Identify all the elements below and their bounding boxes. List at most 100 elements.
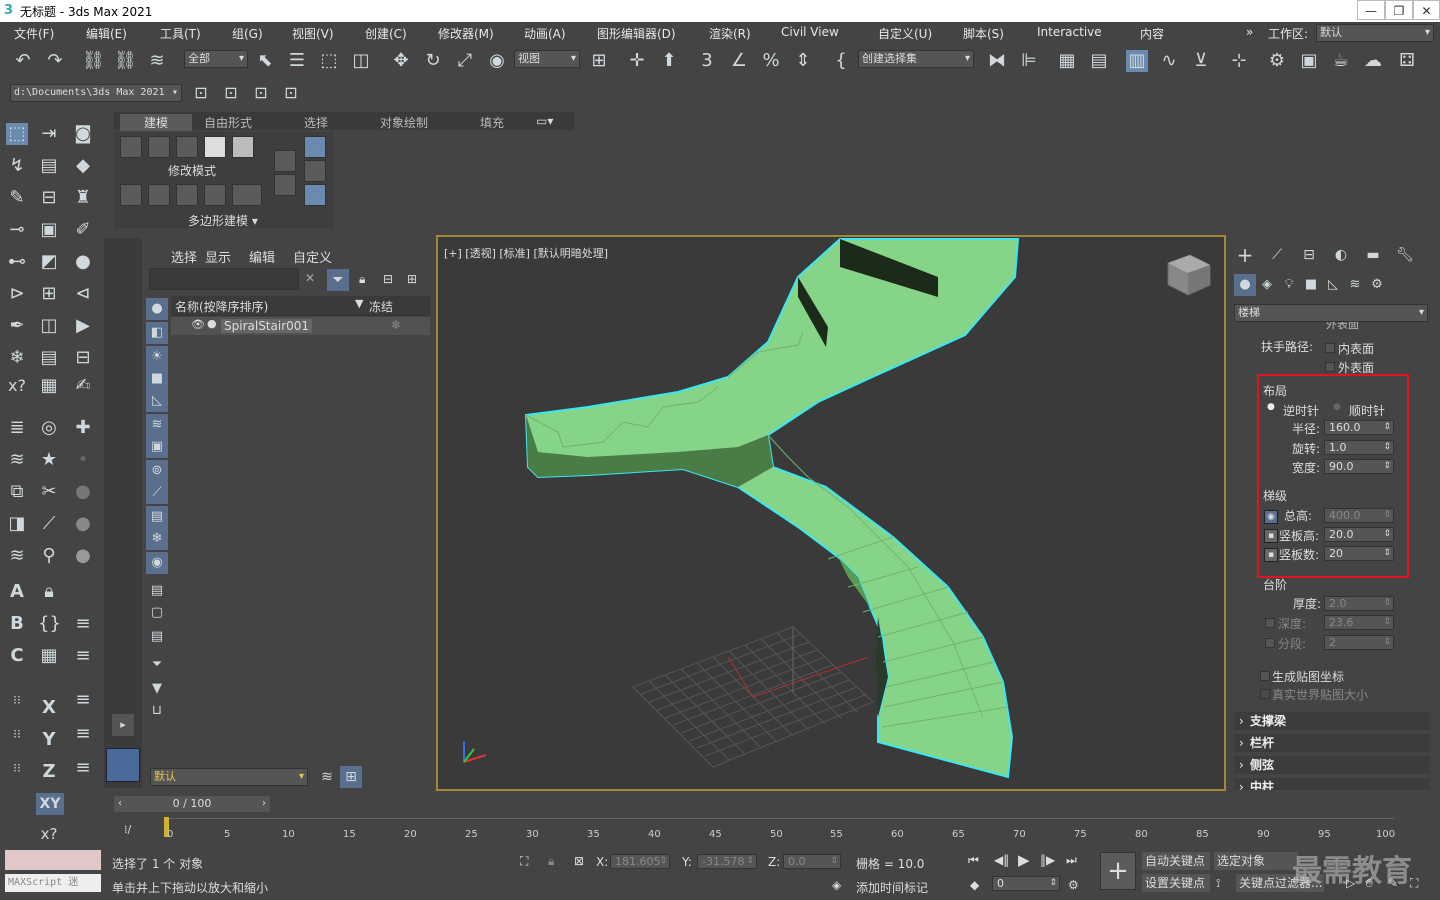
play-anim-icon[interactable]: ▶ xyxy=(1018,851,1030,869)
maximize-button[interactable]: ❐ xyxy=(1385,0,1413,20)
stack-icon[interactable]: ≋ xyxy=(6,449,28,471)
filter-geometry-icon[interactable]: ● xyxy=(146,298,168,320)
object-name[interactable]: SpiralStair001 xyxy=(221,319,313,333)
se-tab-edit[interactable]: 编辑 xyxy=(249,247,275,266)
filter-groups-icon[interactable]: ▣ xyxy=(146,436,168,458)
project-folder-dropdown[interactable]: d:\Documents\3ds Max 2021 xyxy=(10,84,182,102)
align-tool-icon[interactable]: ▤ xyxy=(38,347,60,369)
layer-stack-icon[interactable]: ≋ xyxy=(316,766,338,788)
key-selection-dropdown[interactable]: 选定对象 xyxy=(1214,852,1298,870)
se-tab-customize[interactable]: 自定义 xyxy=(293,247,332,266)
spacewarps-cat-icon[interactable]: ≋ xyxy=(1344,274,1366,296)
selection-box-icon[interactable]: ◨ xyxy=(6,513,28,535)
display-all-icon[interactable]: ▤ xyxy=(146,580,168,602)
project-refresh-icon[interactable]: ⊡ xyxy=(280,82,302,104)
filter-lights-icon[interactable]: ☀ xyxy=(146,346,168,368)
mirror-icon[interactable]: ⧓ xyxy=(986,50,1008,72)
se-tab-display[interactable]: 显示 xyxy=(205,247,231,266)
cameras-cat-icon[interactable]: ■ xyxy=(1300,274,1322,296)
rollout-center-pole[interactable]: 中柱 xyxy=(1234,778,1430,790)
keyboard-shortcut-icon[interactable]: ⬆ xyxy=(658,50,680,72)
filter-shapes-icon[interactable]: ◧ xyxy=(146,322,168,344)
depth-spinner[interactable]: 23.6 xyxy=(1324,615,1394,630)
hierarchy-tab-icon[interactable]: ⊟ xyxy=(1298,244,1320,266)
project-open-icon[interactable]: ⊡ xyxy=(220,82,242,104)
utilities-tab-icon[interactable]: 🔧︎ xyxy=(1394,244,1416,266)
stack6-icon[interactable]: ≡ xyxy=(72,723,94,745)
stack4-icon[interactable]: ≡ xyxy=(72,645,94,667)
menu-customize[interactable]: 自定义(U) xyxy=(878,25,932,42)
menu-interactive[interactable]: Interactive xyxy=(1037,25,1102,39)
next-frame-icon[interactable]: ‖▶ xyxy=(1040,853,1055,867)
layers-icon[interactable]: ⧉ xyxy=(6,481,28,503)
bend-icon[interactable]: ⊳ xyxy=(6,283,28,305)
se-col-freeze[interactable]: 冻结 xyxy=(369,298,393,315)
ribbon-options-icon[interactable]: ▭▾ xyxy=(536,114,553,128)
layer-explorer-icon[interactable]: ▤ xyxy=(1088,50,1110,72)
geometry-cat-icon[interactable]: ● xyxy=(1234,274,1256,296)
scale-icon[interactable]: ⤢ xyxy=(454,50,476,72)
render-production-icon[interactable]: ☕ xyxy=(1330,50,1352,72)
menu-graph-editors[interactable]: 图形编辑器(D) xyxy=(597,25,676,42)
named-selection-dropdown[interactable]: 创建选择集 xyxy=(858,50,974,68)
edit-mode3-icon[interactable] xyxy=(176,184,198,206)
cut-icon[interactable]: ◫ xyxy=(38,315,60,337)
more-chevron-icon[interactable]: » xyxy=(1246,25,1253,39)
stack5-icon[interactable]: ≡ xyxy=(72,689,94,711)
gen-map-checkbox[interactable] xyxy=(1260,671,1270,681)
circle-gray2-icon[interactable]: ● xyxy=(72,513,94,535)
edge-icon[interactable] xyxy=(148,136,170,158)
tab-populate[interactable]: 填充 xyxy=(480,114,504,131)
create-tab-icon[interactable]: + xyxy=(1234,244,1256,266)
move-icon[interactable]: ✥ xyxy=(390,50,412,72)
vertex-icon[interactable] xyxy=(120,136,142,158)
ref-coord-dropdown[interactable]: 视图 xyxy=(514,50,580,68)
edit-mode2-icon[interactable] xyxy=(148,184,170,206)
add-time-tag[interactable]: 添加时间标记 xyxy=(856,879,928,896)
current-frame-field[interactable]: 0 xyxy=(992,876,1060,891)
star-icon[interactable]: ★ xyxy=(38,449,60,471)
thickness-spinner[interactable]: 2.0 xyxy=(1324,596,1394,611)
rollout-carriage[interactable]: 侧弦 xyxy=(1234,756,1430,774)
pivot-center-icon[interactable]: ⊞ xyxy=(588,50,610,72)
xform2-icon[interactable]: x? xyxy=(38,823,60,845)
curve-toggle-icon[interactable]: ⁞∕ xyxy=(124,823,131,836)
se-filter-icon[interactable]: ⏷ xyxy=(327,269,349,291)
maxscript-input[interactable]: MAXScript 迷 xyxy=(5,874,101,892)
key-mode-icon[interactable]: ◆ xyxy=(970,878,979,892)
curve-editor-icon[interactable]: ∿ xyxy=(1158,50,1180,72)
table-row[interactable]: 👁︎ ● SpiralStair001 ❄ xyxy=(171,317,430,335)
pen-icon[interactable]: ✒ xyxy=(6,315,28,337)
render-view-icon[interactable]: ⊲ xyxy=(72,283,94,305)
segments-checkbox[interactable] xyxy=(1265,638,1275,648)
menu-rendering[interactable]: 渲染(R) xyxy=(709,25,751,42)
text-b-icon[interactable]: B xyxy=(6,613,28,635)
menu-scripting[interactable]: 脚本(S) xyxy=(963,25,1004,42)
ribbon-side-icon4[interactable] xyxy=(304,160,326,182)
axis-z-icon[interactable]: Z xyxy=(38,761,60,783)
ribbon-toggle-icon[interactable]: ▥ xyxy=(1126,50,1148,72)
maxscript-listener[interactable] xyxy=(5,850,101,870)
project-set-icon[interactable]: ⊡ xyxy=(250,82,272,104)
se-sync-icon[interactable]: ⊞ xyxy=(407,272,417,286)
array-icon[interactable]: ⊞ xyxy=(38,283,60,305)
helpers-cat-icon[interactable]: ◺ xyxy=(1322,274,1344,296)
layer-icon[interactable]: ▤ xyxy=(38,155,60,177)
menu-file[interactable]: 文件(F) xyxy=(14,25,54,42)
nav-orbit-icon[interactable]: ✎ xyxy=(1388,876,1398,890)
lock-icon[interactable]: 🔒︎ xyxy=(38,581,60,603)
cut2-icon[interactable]: ✂ xyxy=(38,481,60,503)
knife-icon[interactable]: ⟋ xyxy=(38,513,60,535)
filter-frozen-icon[interactable]: ❄ xyxy=(146,528,168,550)
view-cube-icon[interactable] xyxy=(1167,254,1211,296)
layer-dropdown[interactable]: 默认 xyxy=(150,768,308,786)
axis-y-icon[interactable]: Y xyxy=(38,729,60,751)
select-by-name-icon[interactable]: ☰ xyxy=(286,50,308,72)
goto-start-icon[interactable]: ⏮ xyxy=(968,853,979,868)
tab-object-paint[interactable]: 对象绘制 xyxy=(380,114,428,131)
nav-maximize-icon[interactable]: ⛶ xyxy=(1410,876,1418,891)
toggle-icon[interactable]: ⊔ xyxy=(146,700,168,722)
expand-arrow-icon[interactable]: ▸ xyxy=(112,714,134,736)
set-key-button[interactable]: 设置关键点 xyxy=(1142,874,1210,892)
render-a360-icon[interactable]: ⚃ xyxy=(1396,50,1418,72)
